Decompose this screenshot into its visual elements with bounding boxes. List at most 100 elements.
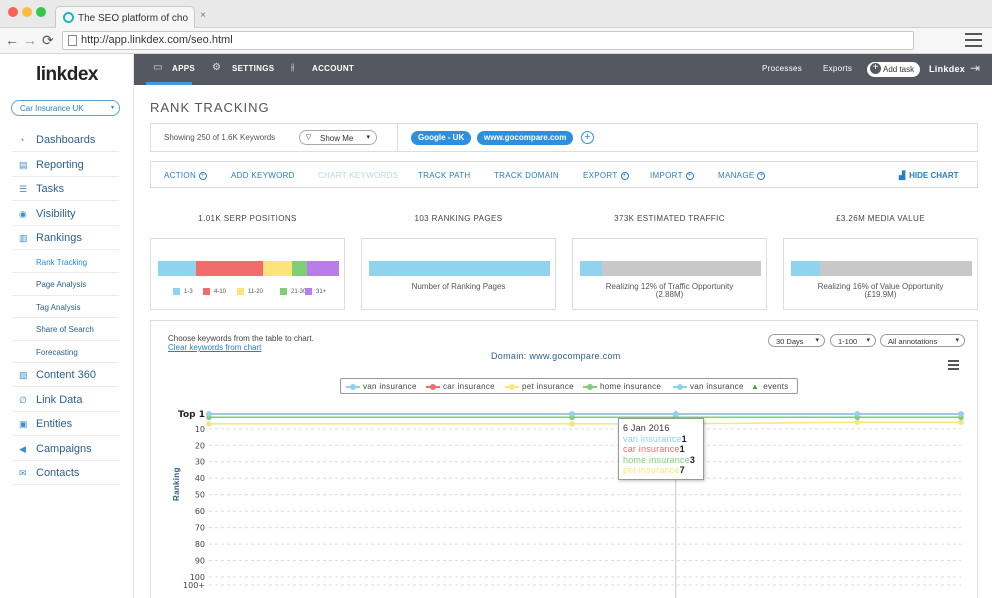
sidebar-item-label: Entities xyxy=(36,418,73,430)
serp-positions-card[interactable]: 1-3 4-10 11-20 21-30 31+ xyxy=(150,238,345,310)
add-chip-icon[interactable]: + xyxy=(581,131,594,144)
sidebar-item-label: Contacts xyxy=(36,467,80,479)
series-point xyxy=(206,421,212,427)
tooltip-series-name: car insurance xyxy=(623,444,680,454)
y-tick-label: 100+ xyxy=(183,581,205,590)
project-select[interactable]: Car Insurance UK ▾ xyxy=(11,100,120,116)
traffic-card[interactable]: Realizing 12% of Traffic Opportunity (2.8… xyxy=(572,238,767,310)
sidebar-subitem-tag-analysis[interactable]: Tag Analysis xyxy=(12,296,119,318)
serp-legend-item: 1-3 xyxy=(173,288,193,295)
media-value-card[interactable]: Realizing 16% of Value Opportunity (£19.9… xyxy=(783,238,978,310)
megaphone-icon: ◀ xyxy=(19,443,26,454)
traffic-bar-track xyxy=(580,261,761,276)
browser-tab[interactable]: The SEO platform of cho xyxy=(55,6,195,29)
manage-menu[interactable]: MANAGE + xyxy=(718,171,766,180)
legend-label: 1-3 xyxy=(184,289,193,296)
favicon-icon xyxy=(63,12,74,23)
sidebar-item-reporting[interactable]: ▤ Reporting xyxy=(12,153,119,177)
sidebar-item-contacts[interactable]: ✉ Contacts xyxy=(12,461,119,485)
sidebar-subitem-share-of-search[interactable]: Share of Search xyxy=(12,318,119,341)
legend-swatch xyxy=(237,288,244,295)
logo: linkdex xyxy=(36,64,98,85)
plus-icon: + xyxy=(757,171,766,180)
nav-settings[interactable]: SETTINGS xyxy=(232,64,274,73)
sidebar-item-link-data[interactable]: ∅ Link Data xyxy=(12,388,119,412)
manage-label: MANAGE xyxy=(718,171,755,180)
sidebar-item-tasks[interactable]: ☰ Tasks xyxy=(12,177,119,201)
tab-close-icon[interactable]: × xyxy=(200,10,206,21)
keyword-filter-bar: Showing 250 of 1.6K Keywords ▽ Show Me ▾… xyxy=(150,123,978,152)
chart-keywords-button[interactable]: CHART KEYWORDS xyxy=(318,171,398,180)
add-task-button[interactable]: + Add task xyxy=(867,62,920,77)
user-menu[interactable]: Linkdex xyxy=(929,64,965,74)
entity-icon: ▣ xyxy=(19,419,28,429)
eye-icon: ◉ xyxy=(19,208,27,219)
add-keyword-button[interactable]: ADD KEYWORD xyxy=(231,171,295,180)
bar-chart-icon: ▥ xyxy=(19,233,28,243)
sidebar-item-label: Tasks xyxy=(36,183,65,195)
sidebar-item-content-360[interactable]: ▧ Content 360 xyxy=(12,363,119,387)
sidebar-item-entities[interactable]: ▣ Entities xyxy=(12,412,119,436)
serp-bar-11-20 xyxy=(263,261,292,276)
sidebar-item-rankings[interactable]: ▥ Rankings xyxy=(12,226,119,250)
page-icon xyxy=(68,35,77,46)
address-bar[interactable]: http://app.linkdex.com/seo.html xyxy=(62,31,914,50)
series-point xyxy=(206,411,212,417)
serp-legend-item: 31+ xyxy=(305,288,326,295)
close-window-button[interactable] xyxy=(8,7,18,17)
series-point xyxy=(854,419,861,426)
forward-icon[interactable]: → xyxy=(23,32,37,48)
divider xyxy=(397,124,398,151)
browser-menu-icon[interactable] xyxy=(965,33,982,51)
browser-tab-strip: The SEO platform of cho × xyxy=(0,0,992,29)
series-point xyxy=(958,411,964,417)
sidebar-item-label: Rankings xyxy=(36,232,82,244)
sidebar-item-label: Link Data xyxy=(36,393,83,406)
domain-chip[interactable]: www.gocompare.com xyxy=(477,131,574,145)
import-menu[interactable]: IMPORT + xyxy=(650,171,694,180)
y-tick-label: 80 xyxy=(195,540,205,549)
nav-account[interactable]: ACCOUNT xyxy=(312,64,354,73)
browser-toolbar: ← → ⟳ http://app.linkdex.com/seo.html xyxy=(0,28,992,54)
import-label: IMPORT xyxy=(650,171,683,180)
export-menu[interactable]: EXPORT + xyxy=(583,171,629,180)
tooltip-series-value: 1 xyxy=(681,433,687,444)
show-me-dropdown[interactable]: ▽ Show Me ▾ xyxy=(299,130,377,145)
nav-apps[interactable]: APPS xyxy=(172,64,195,73)
back-icon[interactable]: ← xyxy=(5,32,19,48)
sidebar-item-visibility[interactable]: ◉ Visibility xyxy=(12,202,119,226)
ranking-chart[interactable]: Top 1102030405060708090100100+ xyxy=(151,321,977,598)
maximize-window-button[interactable] xyxy=(36,7,46,17)
book-icon: ▧ xyxy=(19,370,28,380)
series-point xyxy=(569,421,575,427)
logout-icon[interactable]: ⇥ xyxy=(970,61,980,75)
sidebar-subitem-page-analysis[interactable]: Page Analysis xyxy=(12,273,119,296)
tooltip-series-value: 3 xyxy=(689,454,696,465)
sidebar-subitem-rank-tracking[interactable]: Rank Tracking xyxy=(12,251,119,273)
track-path-button[interactable]: TRACK PATH xyxy=(418,171,470,180)
ranking-pages-card[interactable]: Number of Ranking Pages xyxy=(361,238,556,310)
serp-legend-item: 21-30 xyxy=(280,288,306,295)
legend-label: 11-20 xyxy=(248,289,263,296)
processes-link[interactable]: Processes xyxy=(762,64,802,73)
plus-icon: + xyxy=(199,171,208,180)
sidebar-item-dashboards[interactable]: ◔ Dashboards xyxy=(12,128,119,152)
tooltip-series-name: home insurance xyxy=(623,454,690,465)
action-menu[interactable]: ACTION + xyxy=(164,171,208,180)
reload-icon[interactable]: ⟳ xyxy=(42,32,54,49)
y-tick-label: 70 xyxy=(195,524,205,533)
active-tab-indicator xyxy=(146,82,192,85)
legend-label: 4-10 xyxy=(214,289,227,296)
sidebar-item-label: Visibility xyxy=(36,207,76,220)
hide-chart-button[interactable]: ▟ HIDE CHART xyxy=(899,171,959,180)
minimize-window-button[interactable] xyxy=(22,7,32,17)
legend-swatch xyxy=(280,288,287,295)
tooltip-series-value: 7 xyxy=(679,465,685,475)
search-engine-chip[interactable]: Google - UK xyxy=(411,131,472,145)
sidebar-item-campaigns[interactable]: ◀ Campaigns xyxy=(12,437,119,461)
track-domain-button[interactable]: TRACK DOMAIN xyxy=(494,171,559,180)
exports-link[interactable]: Exports xyxy=(823,64,852,73)
apps-icon: ▭ xyxy=(153,62,163,73)
sidebar-subitem-forecasting[interactable]: Forecasting xyxy=(12,341,119,363)
y-tick-label: 10 xyxy=(195,425,205,434)
